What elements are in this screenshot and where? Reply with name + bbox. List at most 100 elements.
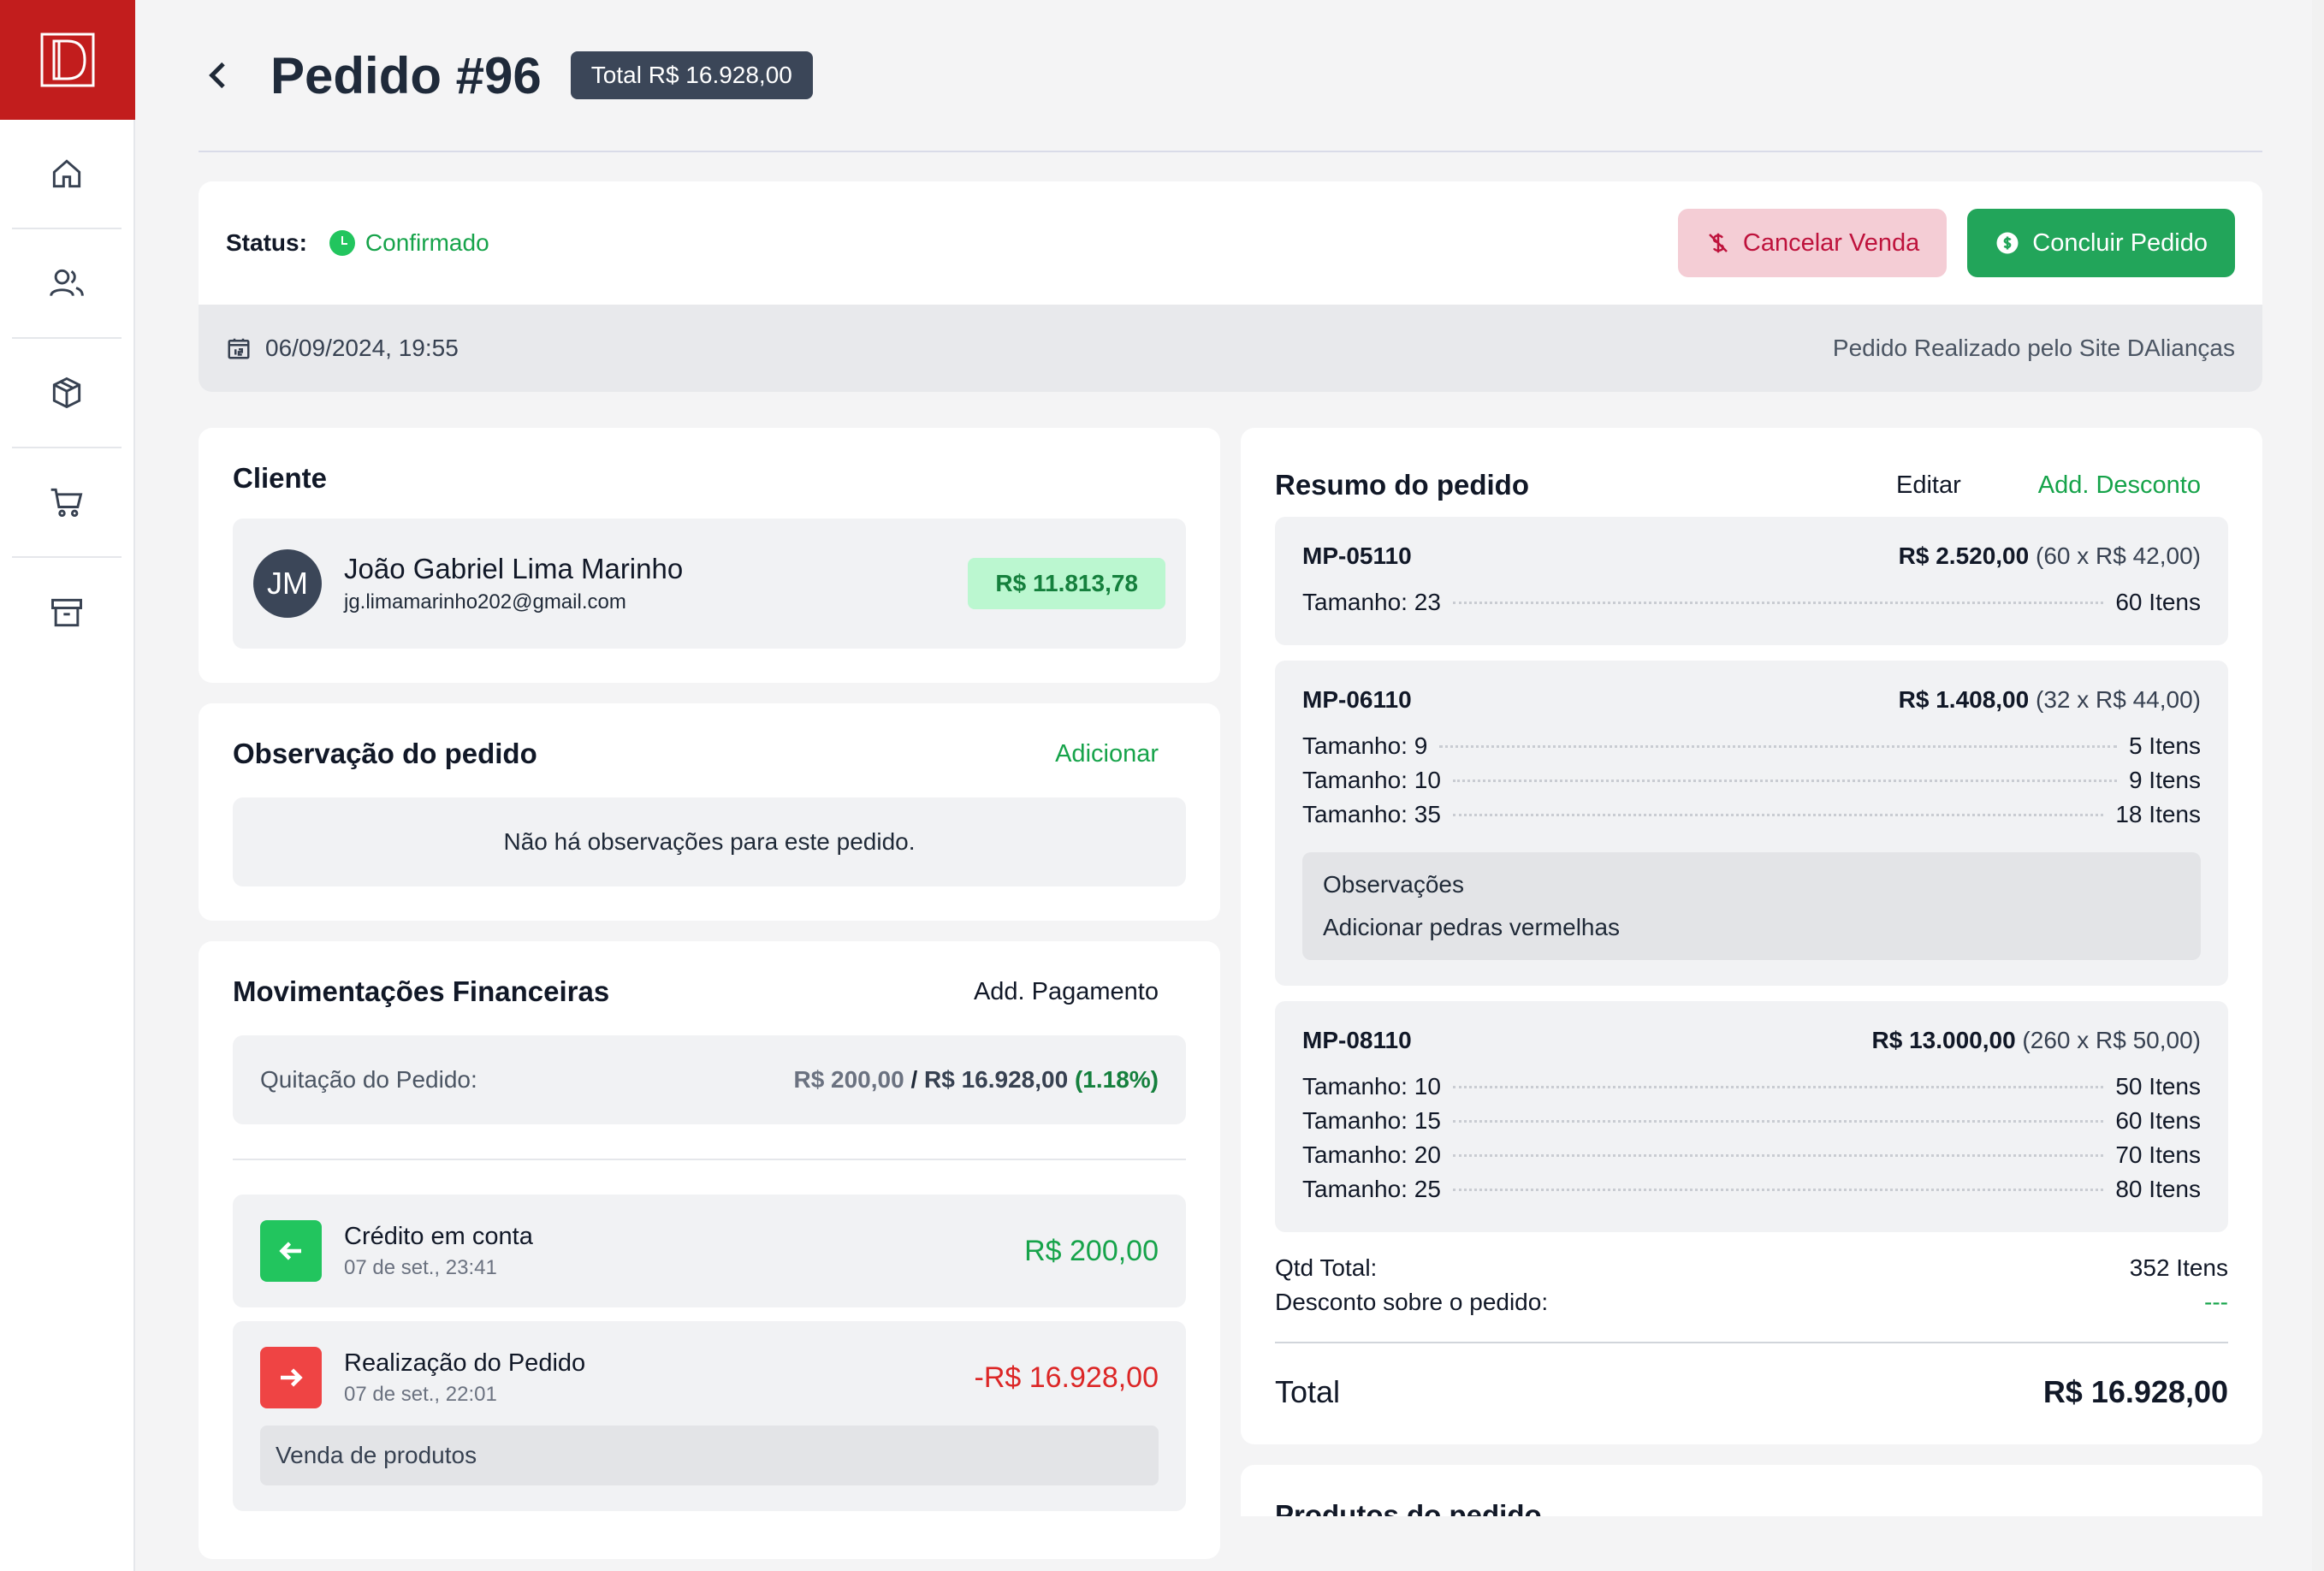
client-name: João Gabriel Lima Marinho xyxy=(344,553,684,584)
summary-title: Resumo do pedido xyxy=(1275,469,1529,501)
order-origin: Pedido Realizado pelo Site DAlianças xyxy=(1832,335,2235,361)
size-label: Tamanho: 9 xyxy=(1302,732,1428,759)
sidebar-item-products[interactable] xyxy=(12,339,122,448)
order-info-bar: 06/09/2024, 19:55 Pedido Realizado pelo … xyxy=(199,305,2262,392)
chevron-left-icon xyxy=(209,62,225,89)
size-qty: 60 Itens xyxy=(2115,1107,2201,1134)
product-item: MP-06110 R$ 1.408,00 (32 x R$ 44,00) Tam… xyxy=(1275,661,2228,986)
observation-title: Observação do pedido xyxy=(233,738,537,769)
movement-title: Realização do Pedido xyxy=(344,1349,586,1377)
size-row: Tamanho: 23 60 Itens xyxy=(1302,585,2201,620)
size-qty: 9 Itens xyxy=(2128,767,2201,793)
size-row: Tamanho: 20 70 Itens xyxy=(1302,1138,2201,1172)
product-item: MP-05110 R$ 2.520,00 (60 x R$ 42,00) Tam… xyxy=(1275,517,2228,645)
movement-amount: -R$ 16.928,00 xyxy=(974,1361,1159,1394)
qty-total-value: 352 Itens xyxy=(2129,1254,2228,1281)
movement-item[interactable]: Realização do Pedido 07 de set., 22:01 -… xyxy=(233,1321,1186,1511)
product-observation: Observações Adicionar pedras vermelhas xyxy=(1302,852,2201,960)
summary-totals: Qtd Total: 352 Itens Desconto sobre o pe… xyxy=(1275,1251,2228,1319)
movement-date: 07 de set., 23:41 xyxy=(344,1255,497,1279)
client-card: Cliente JM João Gabriel Lima Marinho jg.… xyxy=(199,428,1220,683)
archive-icon xyxy=(51,598,82,627)
add-payment-button[interactable]: Add. Pagamento xyxy=(974,978,1159,1006)
status-card: Status: Confirmado Cancelar Venda Conclu… xyxy=(199,181,2262,305)
size-label: Tamanho: 23 xyxy=(1302,589,1441,615)
order-summary-card: Resumo do pedido Editar Add. Desconto MP… xyxy=(1241,428,2262,1444)
page-title: Pedido #96 xyxy=(270,46,542,104)
product-observation-text: Adicionar pedras vermelhas xyxy=(1323,914,1621,940)
cart-icon xyxy=(50,488,83,518)
size-row: Tamanho: 10 50 Itens xyxy=(1302,1070,2201,1104)
edit-button[interactable]: Editar xyxy=(1896,471,1961,500)
conclude-order-label: Concluir Pedido xyxy=(2032,228,2208,257)
users-icon xyxy=(50,269,84,297)
order-products-title: Produtos do pedido xyxy=(1275,1499,1542,1516)
sidebar-item-orders[interactable] xyxy=(12,448,122,558)
conclude-order-button[interactable]: Concluir Pedido xyxy=(1967,209,2235,277)
product-price: R$ 1.408,00 xyxy=(1898,686,2030,713)
sidebar-item-clients[interactable] xyxy=(12,229,122,339)
product-code: MP-06110 xyxy=(1302,686,1412,713)
product-item: MP-08110 R$ 13.000,00 (260 x R$ 50,00) T… xyxy=(1275,1001,2228,1232)
back-button[interactable] xyxy=(199,55,240,96)
size-qty: 50 Itens xyxy=(2115,1073,2201,1100)
product-price: R$ 13.000,00 xyxy=(1871,1027,2016,1053)
clock-icon xyxy=(329,230,355,256)
scrollbar[interactable] xyxy=(2312,0,2324,1571)
size-qty: 60 Itens xyxy=(2115,589,2201,615)
client-email: jg.limamarinho202@gmail.com xyxy=(344,590,626,614)
client-balance-badge: R$ 11.813,78 xyxy=(968,558,1165,609)
qty-total-label: Qtd Total: xyxy=(1275,1254,1378,1281)
finance-title: Movimentações Financeiras xyxy=(233,975,610,1007)
size-label: Tamanho: 10 xyxy=(1302,767,1441,793)
size-row: Tamanho: 15 60 Itens xyxy=(1302,1104,2201,1138)
finance-card: Movimentações Financeiras Add. Pagamento… xyxy=(199,941,1220,1559)
status-value: Confirmado xyxy=(365,229,489,256)
product-price: R$ 2.520,00 xyxy=(1898,542,2030,569)
product-price-detail: (60 x R$ 42,00) xyxy=(2036,542,2201,569)
add-discount-button[interactable]: Add. Desconto xyxy=(2038,471,2201,500)
product-price-detail: (260 x R$ 50,00) xyxy=(2022,1027,2201,1053)
payoff-percent: (1.18%) xyxy=(1074,1066,1159,1093)
sidebar-item-home[interactable] xyxy=(12,120,122,229)
payoff-label: Quitação do Pedido: xyxy=(260,1066,477,1093)
product-code: MP-08110 xyxy=(1302,1027,1412,1053)
discount-value: --- xyxy=(2204,1289,2228,1315)
avatar: JM xyxy=(253,549,322,618)
payoff-bar: Quitação do Pedido: R$ 200,00 / R$ 16.92… xyxy=(233,1035,1186,1124)
size-qty: 5 Itens xyxy=(2128,732,2201,759)
size-qty: 80 Itens xyxy=(2115,1176,2201,1202)
add-observation-button[interactable]: Adicionar xyxy=(1055,740,1159,768)
size-row: Tamanho: 35 18 Itens xyxy=(1302,797,2201,832)
product-observation-title: Observações xyxy=(1323,871,1464,898)
cancel-sale-button[interactable]: Cancelar Venda xyxy=(1677,209,1948,277)
client-box[interactable]: JM João Gabriel Lima Marinho jg.limamari… xyxy=(233,519,1186,649)
size-label: Tamanho: 10 xyxy=(1302,1073,1441,1100)
status-badge: Confirmado xyxy=(329,229,489,257)
arrow-right-icon xyxy=(260,1347,322,1408)
status-label: Status: xyxy=(226,229,307,256)
movement-item[interactable]: Crédito em conta 07 de set., 23:41 R$ 20… xyxy=(233,1195,1186,1307)
payoff-separator: / xyxy=(910,1066,918,1093)
sidebar-item-archive[interactable] xyxy=(12,558,122,667)
home-icon xyxy=(52,159,81,188)
grand-total: Total R$ 16.928,00 xyxy=(1275,1342,2228,1410)
movement-amount: R$ 200,00 xyxy=(1024,1234,1159,1267)
cancel-sale-label: Cancelar Venda xyxy=(1742,228,1920,257)
brand-logo[interactable] xyxy=(0,0,135,120)
size-label: Tamanho: 35 xyxy=(1302,801,1441,827)
product-code: MP-05110 xyxy=(1302,542,1412,569)
movement-note: Venda de produtos xyxy=(260,1426,1159,1485)
grand-total-label: Total xyxy=(1275,1374,1341,1409)
page-header: Pedido #96 Total R$ 16.928,00 xyxy=(199,0,2262,152)
dollar-circle-icon xyxy=(1996,232,2019,254)
dollar-off-icon xyxy=(1709,233,1728,253)
size-row: Tamanho: 10 9 Itens xyxy=(1302,763,2201,797)
size-qty: 70 Itens xyxy=(2115,1141,2201,1168)
size-label: Tamanho: 15 xyxy=(1302,1107,1441,1134)
size-row: Tamanho: 25 80 Itens xyxy=(1302,1172,2201,1206)
box-icon xyxy=(52,376,81,409)
discount-label: Desconto sobre o pedido: xyxy=(1275,1289,1549,1315)
sidebar xyxy=(0,0,135,1571)
calendar-icon xyxy=(228,338,250,359)
